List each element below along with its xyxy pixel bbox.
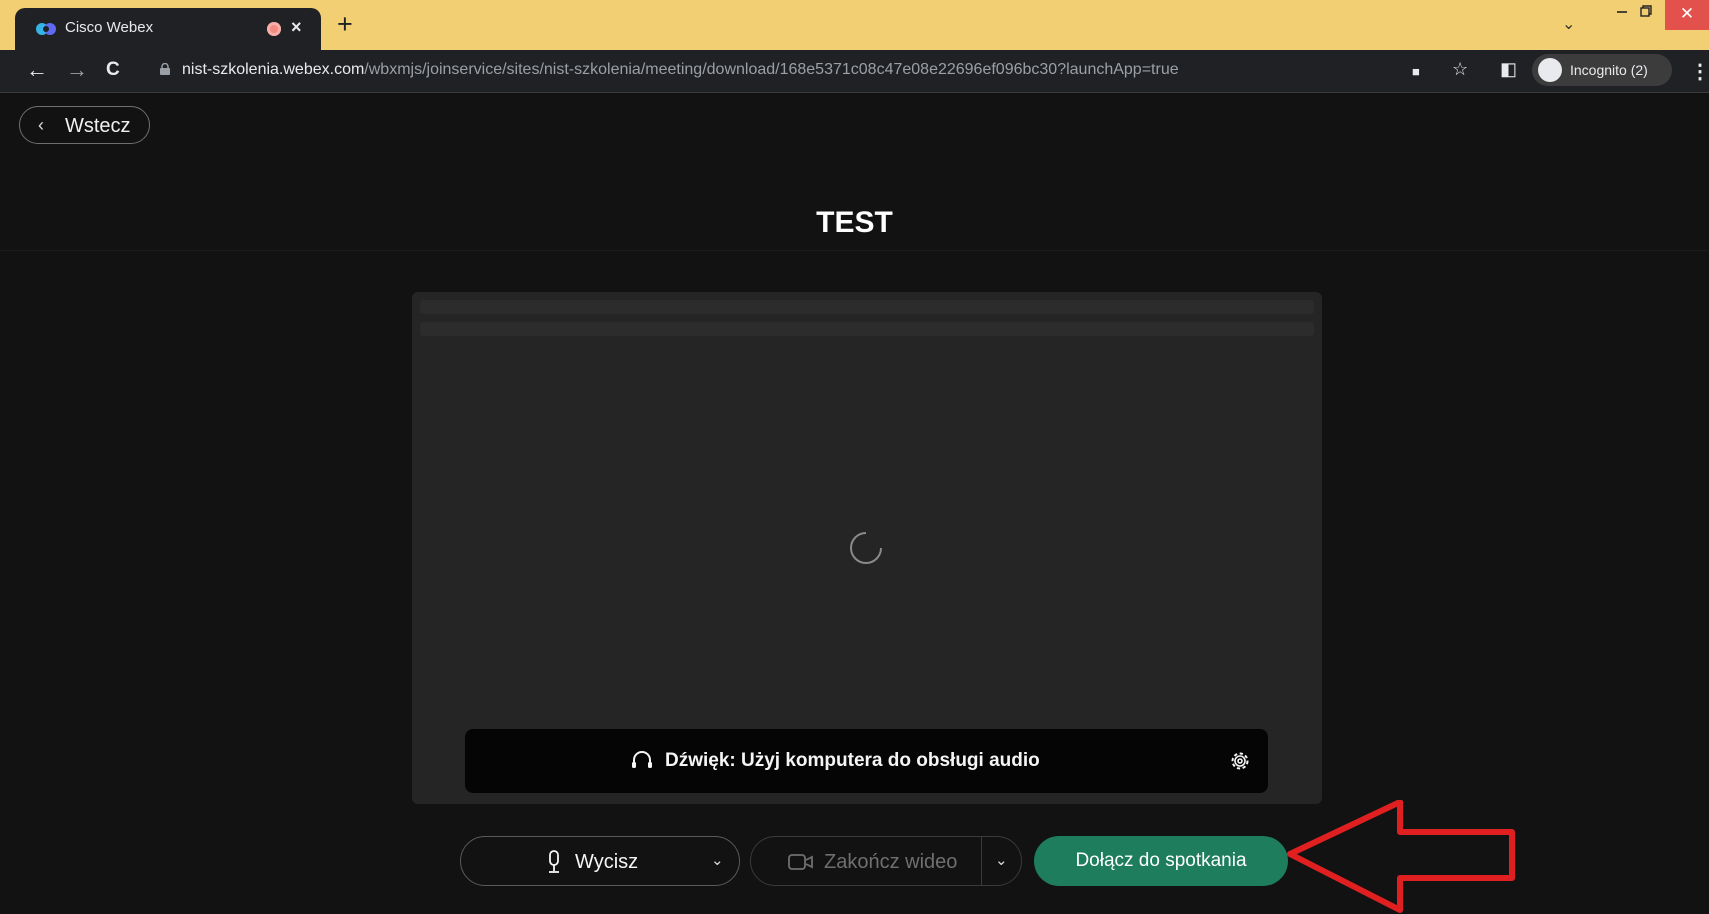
gear-icon[interactable]: [1227, 748, 1253, 774]
url-path: /wbxmjs/joinservice/sites/nist-szkolenia…: [364, 61, 1179, 78]
meeting-title: TEST: [816, 206, 893, 239]
sidepanel-icon[interactable]: ◧: [1500, 59, 1517, 79]
record-icon: [267, 22, 281, 36]
video-divider: [981, 837, 982, 885]
tab-close-button[interactable]: ×: [291, 17, 302, 38]
minimize-icon[interactable]: [1614, 4, 1630, 18]
back-label: Wstecz: [65, 115, 131, 137]
audio-mode-text: Dźwięk: Użyj komputera do obsługi audio: [665, 750, 1040, 771]
video-preview: [412, 292, 1322, 804]
audio-settings-bar[interactable]: Dźwięk: Użyj komputera do obsługi audio: [465, 729, 1268, 793]
window-close-button[interactable]: ✕: [1665, 0, 1709, 30]
incognito-icon: [1538, 58, 1562, 82]
browser-title-bar: Cisco Webex × + ⌄ ✕: [0, 0, 1709, 50]
join-meeting-button[interactable]: Dołącz do spotkania: [1034, 836, 1288, 886]
spinner-icon: [850, 532, 882, 564]
video-label: Zakończ wideo: [824, 851, 958, 873]
reload-icon[interactable]: C: [106, 58, 120, 82]
url-host: nist-szkolenia.webex.com: [182, 61, 365, 78]
chevron-down-icon[interactable]: ⌄: [995, 851, 1008, 869]
headset-icon: [632, 751, 652, 768]
address-bar[interactable]: nist-szkolenia.webex.com/wbxmjs/joinserv…: [146, 54, 1486, 86]
tab-search-icon[interactable]: ⌄: [1562, 14, 1575, 34]
incognito-label: Incognito (2): [1570, 62, 1648, 78]
browser-tab[interactable]: Cisco Webex ×: [15, 8, 321, 50]
lock-icon: [160, 63, 170, 75]
chevron-down-icon[interactable]: ⌄: [711, 851, 724, 869]
browser-toolbar: ← → C nist-szkolenia.webex.com/wbxmjs/jo…: [0, 50, 1709, 93]
browser-menu-icon[interactable]: ⋮: [1690, 59, 1709, 84]
red-arrow-annotation: [1287, 800, 1515, 913]
microphone-icon: [549, 850, 559, 873]
new-tab-button[interactable]: +: [337, 9, 353, 39]
incognito-profile-button[interactable]: Incognito (2): [1532, 54, 1672, 86]
chevron-left-icon: ‹: [38, 115, 44, 135]
stop-video-button[interactable]: Zakończ wideo ⌄: [750, 836, 1022, 886]
mute-button[interactable]: Wycisz ⌄: [460, 836, 740, 886]
forward-arrow-icon[interactable]: →: [66, 58, 88, 82]
restore-icon[interactable]: [1638, 4, 1654, 18]
back-button[interactable]: ‹ Wstecz: [19, 106, 150, 144]
star-icon[interactable]: ☆: [1452, 59, 1468, 79]
tab-title: Cisco Webex: [65, 19, 154, 36]
video-camera-icon: [788, 854, 813, 870]
webex-logo-icon: [36, 23, 56, 35]
header-divider: [0, 250, 1709, 251]
mute-label: Wycisz: [575, 851, 639, 873]
preview-placeholder: [420, 300, 1314, 356]
url-text: nist-szkolenia.webex.com/wbxmjs/joinserv…: [182, 61, 1179, 79]
camera-icon[interactable]: ■: [1412, 62, 1420, 82]
back-arrow-icon[interactable]: ←: [26, 58, 48, 82]
